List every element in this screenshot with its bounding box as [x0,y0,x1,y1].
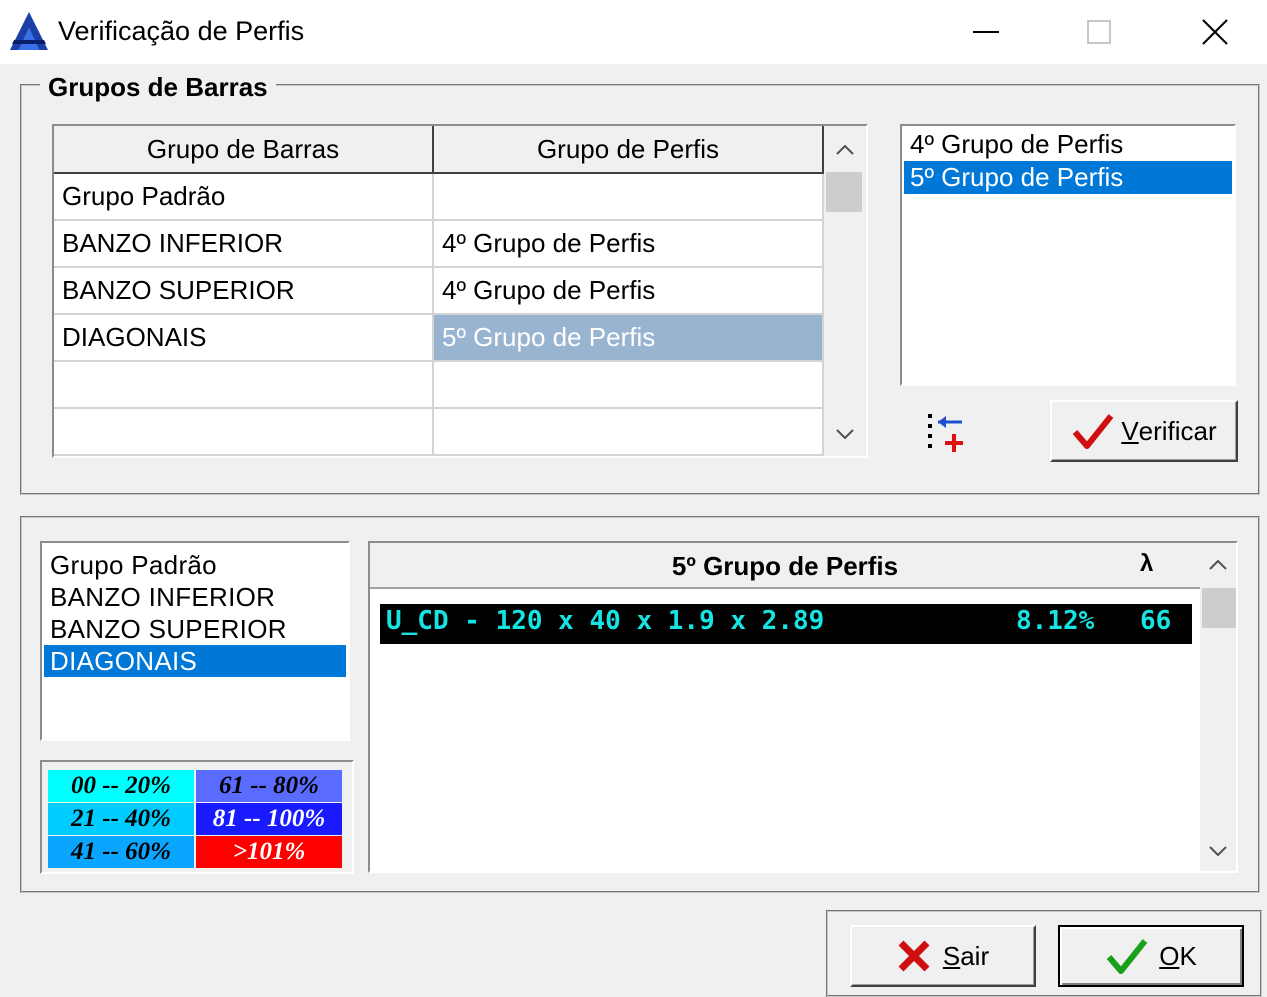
close-icon [1202,19,1228,45]
grid-scroll-thumb[interactable] [826,172,862,212]
verify-button[interactable]: Verificar [1050,400,1238,462]
result-profile: U_CD - 120 x 40 x 1.9 x 2.89 [386,606,825,636]
list-item-selected[interactable]: 5º Grupo de Perfis [904,161,1232,194]
list-item[interactable]: BANZO SUPERIOR [44,613,346,645]
profile-groups-list[interactable]: 4º Grupo de Perfis 5º Grupo de Perfis [900,124,1236,386]
grid-cell-bar-group[interactable] [54,362,434,409]
checkmark-icon [1106,939,1148,974]
result-title: 5º Grupo de Perfis [671,550,899,581]
maximize-icon [1087,20,1111,44]
grid-header-profile-group[interactable]: Grupo de Perfis [434,126,824,174]
legend-range-41-60: 41 -- 60% [48,836,194,868]
grid-cell-profile-group[interactable]: 4º Grupo de Perfis [434,221,824,268]
ok-mnemonic: O [1159,940,1180,971]
grid-cell-bar-group[interactable]: BANZO SUPERIOR [54,268,434,315]
legend-range-over-101: >101% [196,836,342,868]
bar-groups-grid[interactable]: Grupo de Barras Grupo de Perfis Grupo Pa… [52,124,868,458]
grid-header-bar-group[interactable]: Grupo de Barras [54,126,434,174]
app-logo-icon [10,12,48,50]
result-scroll-thumb[interactable] [1202,588,1236,628]
exit-label: air [960,940,990,971]
minimize-icon [973,31,999,33]
grid-cell-bar-group[interactable]: Grupo Padrão [54,174,434,221]
grid-cell-profile-group[interactable] [434,409,824,456]
list-item[interactable]: Grupo Padrão [44,549,346,581]
maximize-button[interactable] [1049,0,1149,64]
verify-label: erificar [1138,415,1217,446]
result-lambda: 66 [1140,606,1172,636]
grid-cell-profile-group[interactable] [434,174,824,221]
close-x-icon [898,940,930,972]
verification-result-list[interactable] [368,541,1238,873]
scroll-up-icon[interactable] [1208,559,1228,571]
grid-cell-bar-group[interactable] [54,409,434,456]
result-row[interactable]: U_CD - 120 x 40 x 1.9 x 2.89 8.12% 66 [380,604,1192,644]
exit-button[interactable]: Sair [850,925,1036,987]
bar-groups-title: Grupos de Barras [40,70,276,104]
window-title: Verificação de Perfis [58,16,305,46]
scroll-up-icon[interactable] [835,144,855,156]
grid-cell-profile-group[interactable]: 4º Grupo de Perfis [434,268,824,315]
close-button[interactable] [1165,0,1265,64]
bar-groups-list[interactable]: Grupo Padrão BANZO INFERIOR BANZO SUPERI… [40,541,350,741]
list-item-selected[interactable]: DIAGONAIS [44,645,346,677]
checkmark-icon [1073,414,1114,449]
legend-range-21-40: 21 -- 40% [48,803,194,835]
grid-cell-bar-group[interactable]: DIAGONAIS [54,315,434,362]
lambda-header: λ [1140,550,1154,577]
grid-cell-profile-group[interactable] [434,362,824,409]
ok-button[interactable]: OK [1058,925,1244,987]
legend-range-61-80: 61 -- 80% [196,770,342,802]
ok-label: K [1179,940,1197,971]
list-item[interactable]: 4º Grupo de Perfis [904,128,1232,161]
result-percent: 8.12% [1016,606,1095,636]
verify-mnemonic: V [1121,415,1139,446]
add-assign-icon[interactable] [924,412,968,454]
scroll-down-icon[interactable] [835,428,855,440]
exit-mnemonic: S [942,940,961,971]
minimize-button[interactable] [936,0,1036,64]
legend-range-0-20: 00 -- 20% [48,770,194,802]
scroll-down-icon[interactable] [1208,845,1228,857]
utilization-legend: 00 -- 20% 61 -- 80% 21 -- 40% 81 -- 100%… [40,760,354,874]
grid-cell-profile-group-selected[interactable]: 5º Grupo de Perfis [434,315,824,362]
grid-cell-bar-group[interactable]: BANZO INFERIOR [54,221,434,268]
legend-range-81-100: 81 -- 100% [196,803,342,835]
list-item[interactable]: BANZO INFERIOR [44,581,346,613]
